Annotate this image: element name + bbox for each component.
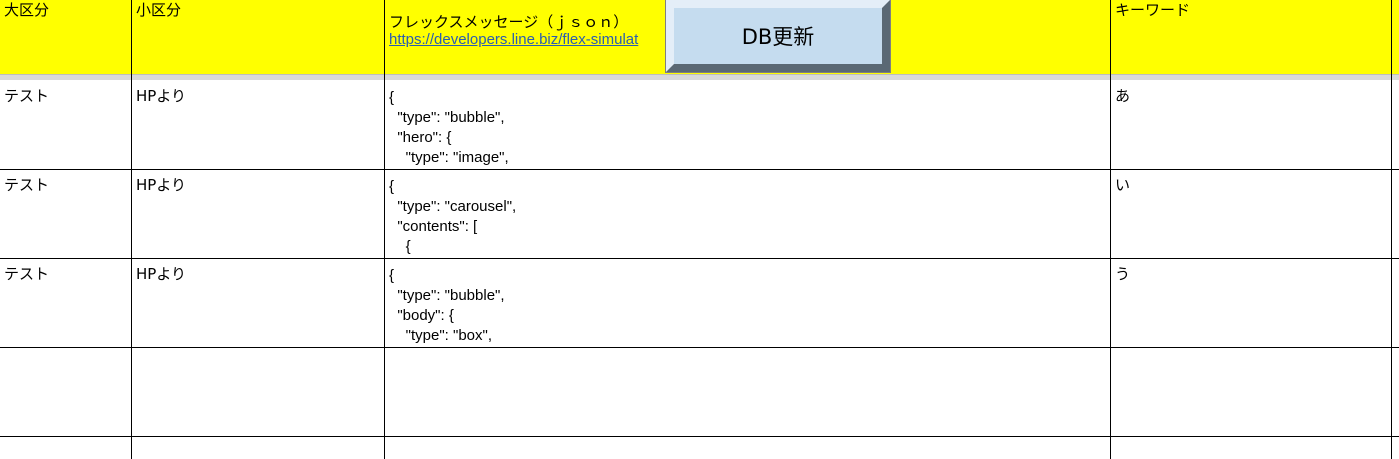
cell-flex-json[interactable]: { "type": "bubble", "hero": { "type": "i… <box>385 81 1110 169</box>
cell-major-category[interactable] <box>0 348 131 436</box>
cell-minor-category[interactable] <box>132 348 384 436</box>
table-row: テスト HPより { "type": "bubble", "body": { "… <box>0 259 1399 347</box>
cell-keyword[interactable] <box>1111 348 1391 436</box>
table-row <box>0 348 1399 436</box>
grid-line <box>131 0 132 459</box>
header-major-category[interactable]: 大区分 <box>0 0 131 74</box>
grid-line <box>1391 0 1392 459</box>
cell-keyword[interactable]: う <box>1111 259 1391 347</box>
cell-minor-category[interactable]: HPより <box>132 259 384 347</box>
cell-major-category[interactable]: テスト <box>0 259 131 347</box>
header-separator <box>0 74 1399 80</box>
cell-flex-json[interactable]: { "type": "bubble", "body": { "type": "b… <box>385 259 1110 347</box>
cell-major-category[interactable]: テスト <box>0 170 131 258</box>
spreadsheet: 大区分 小区分 フレックスメッセージ（ｊｓｏｎ） https://develop… <box>0 0 1399 459</box>
grid-line <box>384 0 385 459</box>
cell-keyword[interactable]: あ <box>1111 81 1391 169</box>
cell-minor-category[interactable]: HPより <box>132 170 384 258</box>
grid-line <box>0 258 1399 259</box>
header-keyword[interactable]: キーワード <box>1111 0 1391 74</box>
cell-keyword[interactable]: い <box>1111 170 1391 258</box>
grid-line <box>0 347 1399 348</box>
table-row: テスト HPより { "type": "bubble", "hero": { "… <box>0 81 1399 169</box>
cell-major-category[interactable]: テスト <box>0 81 131 169</box>
grid-line <box>0 169 1399 170</box>
cell-flex-json[interactable] <box>385 348 1110 436</box>
header-minor-category[interactable]: 小区分 <box>132 0 384 74</box>
cell-flex-json[interactable]: { "type": "carousel", "contents": [ { "t… <box>385 170 1110 258</box>
table-row: テスト HPより { "type": "carousel", "contents… <box>0 170 1399 258</box>
grid-line <box>1110 0 1111 459</box>
grid-line <box>0 436 1399 437</box>
cell-minor-category[interactable]: HPより <box>132 81 384 169</box>
db-update-button[interactable]: DB更新 <box>665 0 891 73</box>
